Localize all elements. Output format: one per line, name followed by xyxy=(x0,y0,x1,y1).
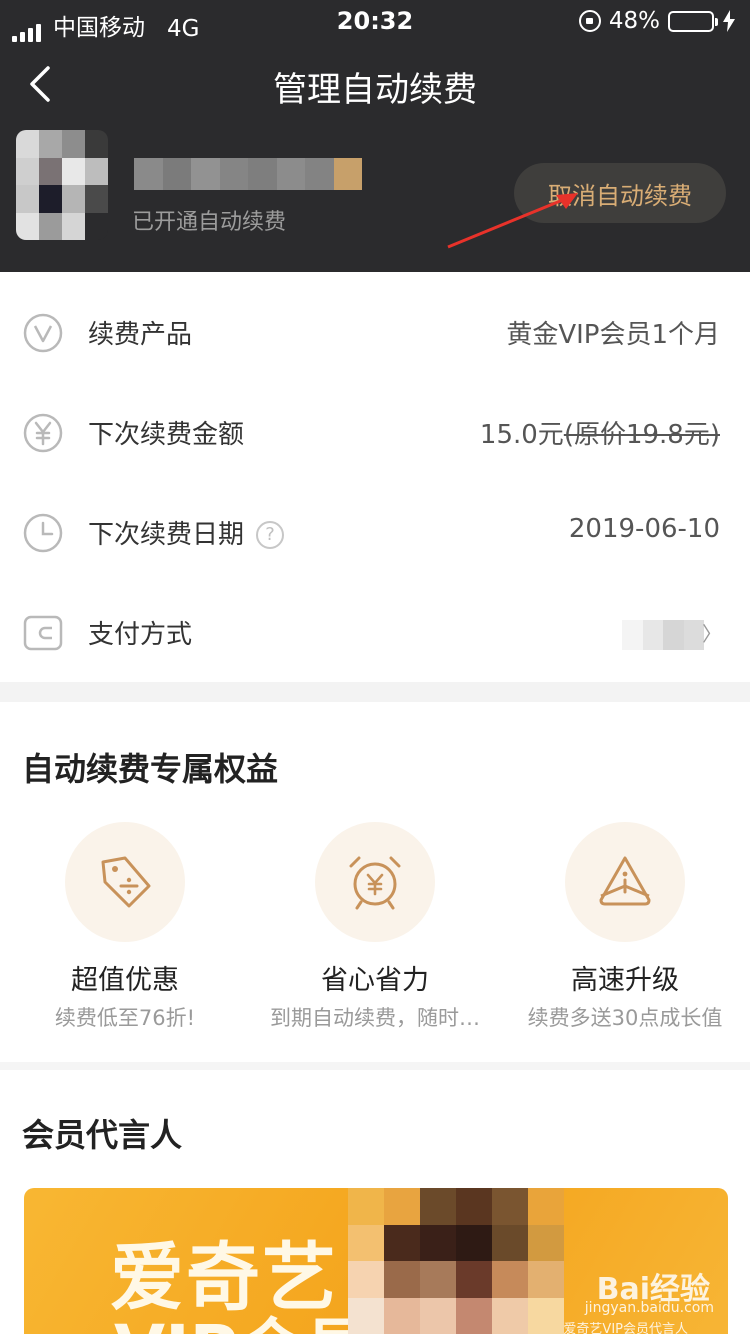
wallet-icon xyxy=(23,615,63,651)
yuan-coin-icon xyxy=(23,413,63,453)
charging-bolt-icon xyxy=(723,10,735,32)
row-renew-product: 续费产品 黄金VIP会员1个月 xyxy=(0,282,750,382)
chevron-right-icon: 〉 xyxy=(702,622,722,646)
account-header: 中国移动 4G 20:32 48% 管理自动续费 已开通自动续费 取消自动续费 xyxy=(0,0,750,272)
benefit-title: 省心省力 xyxy=(321,965,429,996)
growth-warning-icon xyxy=(599,856,651,906)
row-label: 支付方式 xyxy=(88,620,193,650)
discount-tag-icon xyxy=(101,856,151,908)
banner-subheadline: VIP会员 xyxy=(114,1296,370,1334)
spokesperson-title: 会员代言人 xyxy=(22,1116,183,1154)
benefit-icon-circle xyxy=(315,822,435,942)
row-label: 续费产品 xyxy=(88,320,193,350)
banner-caption: 爱奇艺VIP会员代言人 xyxy=(563,1322,688,1334)
spokesperson-banner[interactable]: 爱奇艺 VIP会员 Bai经验 jingyan.baidu.com 爱奇艺VIP… xyxy=(24,1188,728,1334)
benefits-title: 自动续费专属权益 xyxy=(22,750,279,788)
row-label-text: 下次续费日期 xyxy=(88,520,245,550)
row-value: 15.0元(原价19.8元) xyxy=(480,414,720,451)
row-value: 2019-06-10 xyxy=(568,514,720,544)
row-value: 黄金VIP会员1个月 xyxy=(506,320,720,350)
status-bar: 中国移动 4G 20:32 48% xyxy=(0,0,750,42)
auto-renew-status: 已开通自动续费 xyxy=(132,210,287,235)
watermark-url: jingyan.baidu.com xyxy=(584,1300,714,1316)
benefit-title: 超值优惠 xyxy=(71,965,179,996)
row-renew-date: 下次续费日期? 2019-06-10 xyxy=(0,482,750,582)
benefit-upgrade: 高速升级 续费多送30点成长值 xyxy=(500,822,750,1032)
clock-icon xyxy=(23,513,63,553)
benefit-title: 高速升级 xyxy=(571,965,679,996)
benefit-subtitle: 续费多送30点成长值 xyxy=(527,1006,723,1030)
battery-icon xyxy=(668,10,718,32)
help-icon[interactable]: ? xyxy=(256,521,285,549)
original-price: (原价19.8元) xyxy=(563,420,720,450)
benefit-icon-circle xyxy=(565,822,685,942)
username-masked xyxy=(134,158,362,190)
row-label: 下次续费金额 xyxy=(88,420,245,450)
row-payment-method[interactable]: 支付方式 〉 xyxy=(0,582,750,682)
vip-v-icon xyxy=(23,313,63,353)
payment-masked xyxy=(622,620,704,650)
benefit-convenience: 省心省力 到期自动续费，随时… xyxy=(250,822,500,1032)
page-title: 管理自动续费 xyxy=(273,70,477,110)
benefit-subtitle: 续费低至76折! xyxy=(54,1006,196,1030)
row-renew-amount: 下次续费金额 15.0元(原价19.8元) xyxy=(0,382,750,482)
avatar xyxy=(16,130,108,240)
spokesperson-photo-masked xyxy=(348,1188,564,1334)
renew-price: 15.0元 xyxy=(479,420,564,450)
benefit-subtitle: 到期自动续费，随时… xyxy=(270,1006,480,1030)
rotation-lock-icon xyxy=(578,10,601,32)
section-divider xyxy=(0,1062,750,1070)
alarm-clock-icon xyxy=(349,856,401,910)
row-label: 下次续费日期? xyxy=(88,514,285,551)
benefit-icon-circle xyxy=(65,822,185,942)
status-right: 48% xyxy=(578,8,736,34)
battery-percent: 48% xyxy=(608,8,660,34)
cancel-auto-renew-button[interactable]: 取消自动续费 xyxy=(514,163,726,223)
section-divider xyxy=(0,682,750,702)
benefit-discount: 超值优惠 续费低至76折! xyxy=(0,822,250,1032)
